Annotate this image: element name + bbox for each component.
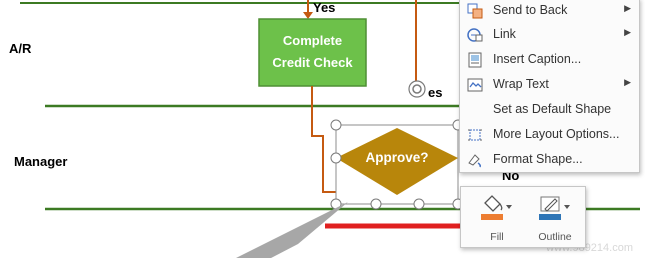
fill-button[interactable]: Fill: [467, 191, 521, 243]
menu-item-set-default-shape[interactable]: Set as Default Shape: [460, 98, 639, 122]
connector-top-arrowhead: [303, 12, 313, 19]
menu-item-send-to-back[interactable]: Send to Back ▶: [460, 0, 639, 23]
send-to-back-icon: [466, 2, 484, 20]
menu-label: Send to Back: [493, 3, 568, 17]
mini-toolbar: Fill Outline: [460, 186, 586, 248]
process-box-text: Complete Credit Check: [259, 30, 366, 74]
menu-item-more-layout-options[interactable]: More Layout Options...: [460, 123, 639, 147]
connector-process-to-decision: [311, 86, 336, 193]
yes-label-top: Yes: [313, 0, 336, 15]
submenu-arrow-icon: ▶: [624, 27, 631, 37]
submenu-arrow-icon: ▶: [624, 3, 631, 13]
lane-label-manager: Manager: [14, 154, 68, 169]
menu-label: Format Shape...: [493, 152, 583, 166]
insert-caption-icon: [466, 51, 484, 69]
menu-label: Wrap Text: [493, 77, 549, 91]
menu-label: Set as Default Shape: [493, 102, 612, 116]
wrap-text-icon: [466, 76, 484, 94]
paint-bucket-icon: [479, 193, 513, 228]
format-shape-icon: [466, 151, 484, 169]
rotate-handle[interactable]: [408, 80, 426, 98]
outline-pen-icon: [537, 193, 571, 228]
menu-item-format-shape[interactable]: Format Shape...: [460, 148, 639, 172]
yes-label-mid: es: [428, 85, 443, 100]
outline-button[interactable]: Outline: [525, 191, 581, 243]
menu-item-insert-caption[interactable]: Insert Caption...: [460, 48, 639, 72]
menu-label: More Layout Options...: [493, 127, 620, 141]
lane-label-ar: A/R: [9, 41, 32, 56]
fill-label: Fill: [490, 231, 504, 243]
menu-label: Link: [493, 27, 516, 41]
link-icon: [466, 26, 484, 44]
callout-pointer: [236, 202, 348, 258]
context-menu: Send to Back ▶ Link ▶ Insert Caption... …: [459, 0, 640, 173]
layout-options-icon: [466, 126, 484, 144]
menu-item-wrap-text[interactable]: Wrap Text ▶: [460, 73, 639, 97]
outline-label: Outline: [538, 231, 572, 243]
process-line-2: Credit Check: [272, 55, 353, 70]
menu-label: Insert Caption...: [493, 52, 582, 66]
menu-item-link[interactable]: Link ▶: [460, 23, 639, 47]
process-line-1: Complete: [282, 33, 343, 48]
submenu-arrow-icon: ▶: [624, 77, 631, 87]
decision-text: Approve?: [365, 150, 429, 165]
